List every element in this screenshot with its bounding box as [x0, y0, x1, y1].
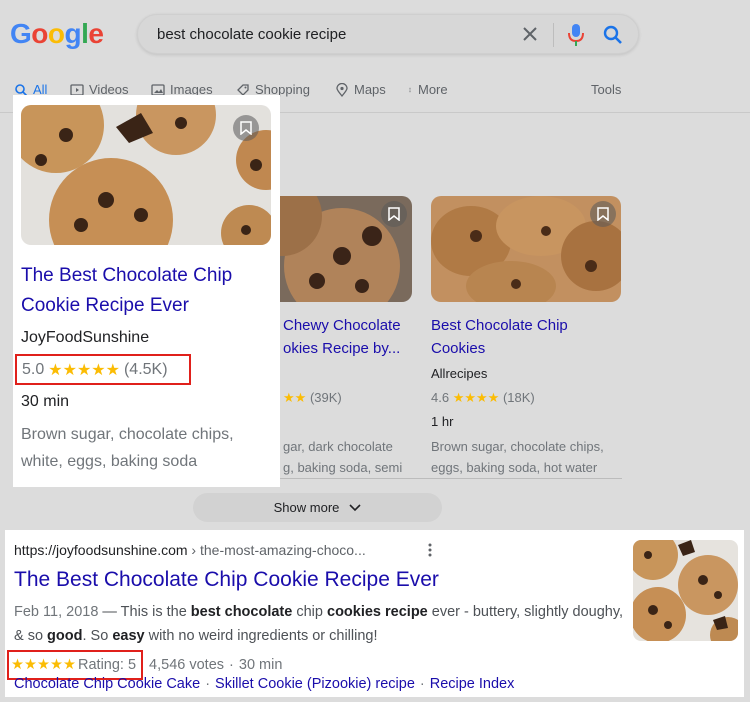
recipe-rating: ★★ (39K): [283, 390, 342, 405]
tab-label: More: [418, 82, 448, 97]
logo-letter: o: [31, 18, 48, 49]
logo-letter: e: [88, 18, 104, 49]
bookmark-icon[interactable]: [590, 201, 616, 227]
search-results-page: Google best chocolate cookie recipe All …: [0, 0, 750, 702]
result-title[interactable]: The Best Chocolate Chip Cookie Recipe Ev…: [14, 568, 439, 592]
rating-stars: ★★★★★: [11, 657, 76, 673]
result-url[interactable]: https://joyfoodsunshine.com › the-most-a…: [14, 542, 366, 558]
recipe-time: 30 min: [21, 393, 70, 410]
tab-label: Tools: [591, 82, 622, 97]
tab-maps[interactable]: Maps: [335, 82, 386, 97]
recipe-ingredients: Brown sugar, chocolate chips, white, egg…: [21, 426, 234, 470]
clear-icon[interactable]: [521, 25, 539, 43]
result-breadcrumb: › the-most-amazing-choco...: [187, 542, 366, 558]
show-more-button[interactable]: Show more: [193, 493, 442, 522]
bookmark-icon[interactable]: [233, 115, 259, 141]
map-pin-icon: [336, 82, 348, 97]
rating-stars: ★★★★★: [48, 361, 120, 379]
result-sitelinks: Chocolate Chip Cookie Cake · Skillet Cooki…: [14, 676, 514, 692]
show-more-label: Show more: [273, 500, 340, 515]
result-time: 30 min: [238, 657, 283, 673]
recipe-title[interactable]: Chewy Chocolate okies Recipe by...: [283, 314, 423, 360]
more-options-icon[interactable]: [425, 542, 435, 558]
sitelink[interactable]: Recipe Index: [430, 676, 515, 692]
recipe-ingredients: Brown sugar, chocolate chips, eggs, baki…: [431, 439, 604, 475]
separator: ·: [205, 676, 211, 692]
tab-label: Maps: [354, 82, 386, 97]
featured-recipe-card[interactable]: The Best Chocolate Chip Cookie Recipe Ev…: [13, 95, 280, 487]
tab-more[interactable]: More: [407, 82, 448, 97]
separator: ·: [419, 676, 425, 692]
recipe-source: JoyFoodSunshine: [21, 329, 150, 346]
recipe-title[interactable]: The Best Chocolate Chip Cookie Recipe Ev…: [21, 261, 271, 321]
logo-letter: g: [64, 18, 82, 49]
cards-divider: [250, 478, 622, 479]
microphone-icon[interactable]: [566, 23, 586, 47]
logo-letter: l: [81, 18, 89, 49]
search-divider: [553, 23, 554, 47]
recipe-ingredients: gar, dark chocolate g, baking soda, semi: [283, 439, 403, 475]
recipe-source: Allrecipes: [431, 366, 488, 381]
search-icon[interactable]: [602, 24, 624, 46]
result-snippet: Feb 11, 2018 — This is the best chocolat…: [14, 604, 624, 644]
search-box[interactable]: best chocolate cookie recipe: [137, 14, 639, 54]
cookie-photo: [633, 540, 738, 641]
recipe-time: 1 hr: [431, 414, 454, 429]
search-input[interactable]: best chocolate cookie recipe: [157, 26, 346, 43]
tab-tools[interactable]: Tools: [591, 82, 621, 97]
kebab-icon: [409, 87, 411, 92]
recipe-rating: 4.6 ★★★★ (18K): [431, 390, 535, 405]
bookmark-icon[interactable]: [381, 201, 407, 227]
review-count: (4.5K): [123, 360, 168, 378]
logo-letter: o: [47, 18, 65, 49]
sitelink[interactable]: Skillet Cookie (Pizookie) recipe: [215, 676, 415, 692]
logo-letter: G: [10, 18, 32, 49]
rating-value: 5.0: [22, 360, 45, 378]
google-logo[interactable]: Google: [10, 18, 104, 50]
chevron-down-icon: [349, 503, 361, 511]
result-date: Feb 11, 2018: [14, 604, 99, 620]
recipe-title[interactable]: Best Chocolate Chip Cookies: [431, 314, 621, 360]
rating-label: Rating: 5: [78, 657, 137, 673]
result-thumbnail[interactable]: [633, 540, 738, 641]
search-result: https://joyfoodsunshine.com › the-most-a…: [5, 530, 744, 697]
recipe-rating: 5.0 ★★★★★ (4.5K): [15, 354, 191, 385]
vote-count: 4,546 votes: [149, 657, 225, 673]
sitelink[interactable]: Chocolate Chip Cookie Cake: [14, 676, 200, 692]
separator: ·: [229, 657, 234, 673]
recipe-card[interactable]: Best Chocolate Chip Cookies Allrecipes 4…: [431, 196, 621, 475]
